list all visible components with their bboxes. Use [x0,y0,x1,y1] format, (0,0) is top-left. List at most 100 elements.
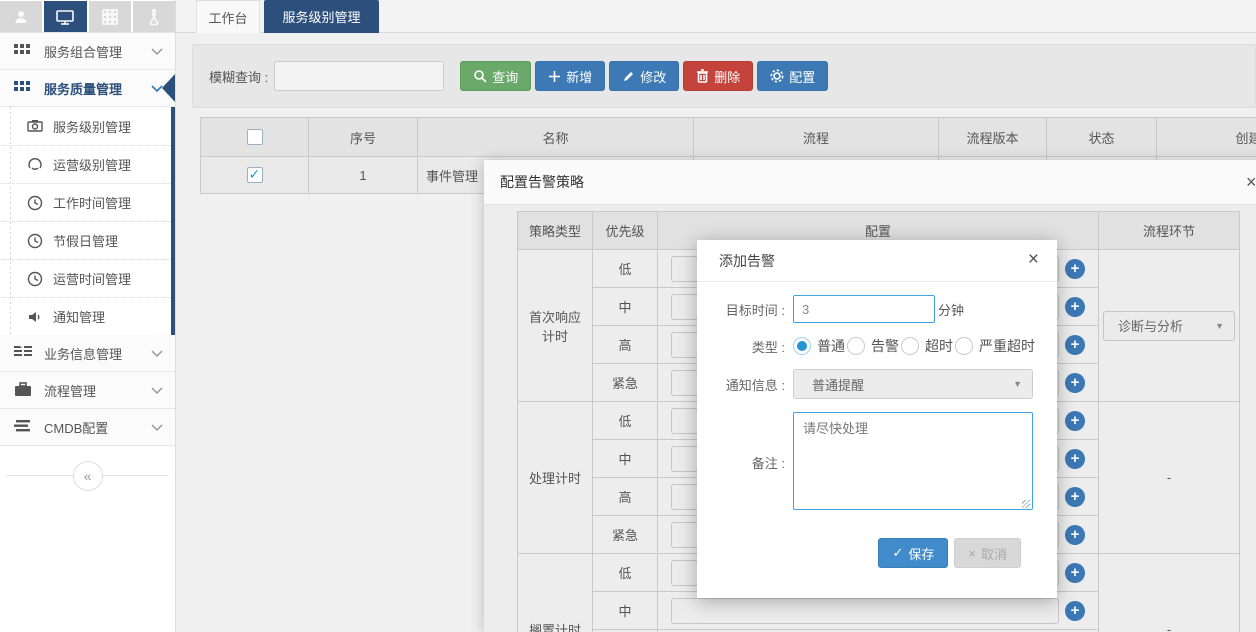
remark-label: 备注 : [717,453,785,472]
user-icon[interactable] [0,1,42,32]
type-row: 类型 : 普通 告警 超时 严重超时 [717,336,1057,356]
add-button-label: 新增 [566,67,592,86]
target-time-input[interactable] [793,295,935,323]
add-alert-icon[interactable]: + [1065,449,1085,469]
add-alert-icon[interactable]: + [1065,335,1085,355]
priority-cell: 中 [593,592,658,630]
sidebar: 服务组合管理 服务质量管理 服务级别管理 运营级别管理 [0,0,176,632]
radio-timeout[interactable] [901,337,919,355]
grid-icon [14,80,32,96]
plus-icon [548,70,561,83]
sidebar-item-operation-time[interactable]: 运营时间管理 [0,259,171,297]
add-alert-icon[interactable]: + [1065,259,1085,279]
add-alert-icon[interactable]: + [1065,525,1085,545]
add-button[interactable]: 新增 [535,61,605,91]
sidebar-group-business[interactable]: 业务信息管理 [0,335,175,372]
delete-button[interactable]: 删除 [683,61,753,91]
tab-workbench[interactable]: 工作台 [196,0,260,33]
sidebar-collapse-row: « [0,446,175,506]
select-all-checkbox[interactable] [247,129,263,145]
radio-alert-label: 告警 [871,336,899,356]
strategy-type-cell: 首次响应计时 [518,250,593,402]
group-label: CMDB配置 [44,418,151,437]
group-label: 服务组合管理 [44,42,151,61]
table-header-row: 序号 名称 流程 流程版本 状态 创建时间 [201,118,1256,157]
close-icon: × [968,546,976,561]
search-icon [473,69,487,83]
priority-cell: 低 [593,402,658,440]
sidebar-item-label: 运营时间管理 [53,269,131,288]
notify-label: 通知信息 : [717,375,785,394]
clock-icon [27,195,43,211]
sidebar-item-service-level[interactable]: 服务级别管理 [0,107,171,145]
tab-service-level[interactable]: 服务级别管理 [264,0,379,33]
sidebar-group-cmdb[interactable]: CMDB配置 [0,409,175,446]
search-label: 模糊查询 : [209,67,268,86]
target-time-unit: 分钟 [938,300,964,319]
trash-icon [696,69,709,83]
sidebar-group-quality[interactable]: 服务质量管理 [0,70,175,107]
radio-normal-label: 普通 [817,336,845,356]
add-alert-icon[interactable]: + [1065,601,1085,621]
remark-row: 备注 : 请尽快处理 [717,412,1057,513]
radio-severe-timeout[interactable] [955,337,973,355]
grid-icon[interactable] [89,1,131,32]
radio-alert[interactable] [847,337,865,355]
strategy-type-cell: 搁置计时 [518,554,593,632]
add-alert-icon[interactable]: + [1065,487,1085,507]
list-play-icon [14,345,32,361]
add-alert-icon[interactable]: + [1065,373,1085,393]
remark-textarea[interactable]: 请尽快处理 [793,412,1033,510]
sidebar-group-portfolio[interactable]: 服务组合管理 [0,33,175,70]
search-input[interactable] [274,61,444,91]
process-node-select[interactable]: 诊断与分析 ▼ [1103,311,1235,341]
radio-normal[interactable] [793,337,811,355]
caret-down-icon: ▼ [1013,379,1022,389]
config-button[interactable]: 配置 [757,61,828,91]
col-created: 创建时间 [1157,118,1256,157]
query-button[interactable]: 查询 [460,61,531,91]
col-status: 状态 [1047,118,1157,157]
priority-cell: 中 [593,440,658,478]
col-process: 流程 [694,118,939,157]
add-alert-modal: 添加告警 × 目标时间 : 分钟 类型 : 普通 告警 超时 严重超时 通知信息… [697,240,1057,598]
col-process-version: 流程版本 [939,118,1047,157]
config-input[interactable] [671,598,1059,624]
monitor-icon[interactable] [44,1,86,32]
process-node-cell: 诊断与分析 ▼ [1099,250,1240,402]
add-alert-icon[interactable]: + [1065,411,1085,431]
toolbar-buttons: 查询 新增 修改 删除 配置 [460,61,828,91]
close-icon[interactable]: × [1246,172,1256,193]
sidebar-item-operation-level[interactable]: 运营级别管理 [0,145,171,183]
save-button[interactable]: ✓ 保存 [878,538,948,568]
close-icon[interactable]: × [1028,249,1039,271]
type-label: 类型 : [717,337,785,356]
notify-value: 普通提醒 [812,375,864,394]
flask-icon[interactable] [133,1,175,32]
notify-row: 通知信息 : 普通提醒 ▼ [717,369,1057,399]
sidebar-item-label: 运营级别管理 [53,155,131,174]
chevron-down-icon [151,44,163,59]
remark-wrap: 请尽快处理 [793,412,1033,513]
sidebar-group-process[interactable]: 流程管理 [0,372,175,409]
collapse-sidebar-button[interactable]: « [73,461,103,491]
row-checkbox[interactable] [247,167,263,183]
sidebar-item-notification[interactable]: 通知管理 [0,297,171,335]
edit-button[interactable]: 修改 [609,61,679,91]
col-process-node: 流程环节 [1099,212,1240,250]
radio-severe-timeout-label: 严重超时 [979,336,1035,356]
cancel-button[interactable]: × 取消 [954,538,1021,568]
circle-icon [27,157,43,173]
edit-button-label: 修改 [640,67,666,86]
add-alert-icon[interactable]: + [1065,563,1085,583]
save-button-label: 保存 [908,544,934,563]
notify-select[interactable]: 普通提醒 ▼ [793,369,1033,399]
add-alert-modal-footer: ✓ 保存 × 取消 [697,538,1021,568]
clock-icon [27,271,43,287]
sidebar-item-work-time[interactable]: 工作时间管理 [0,183,171,221]
pencil-icon [622,70,635,83]
tab-bar: 工作台 服务级别管理 [176,0,1256,33]
sidebar-item-holiday[interactable]: 节假日管理 [0,221,171,259]
query-button-label: 查询 [492,67,518,86]
add-alert-icon[interactable]: + [1065,297,1085,317]
